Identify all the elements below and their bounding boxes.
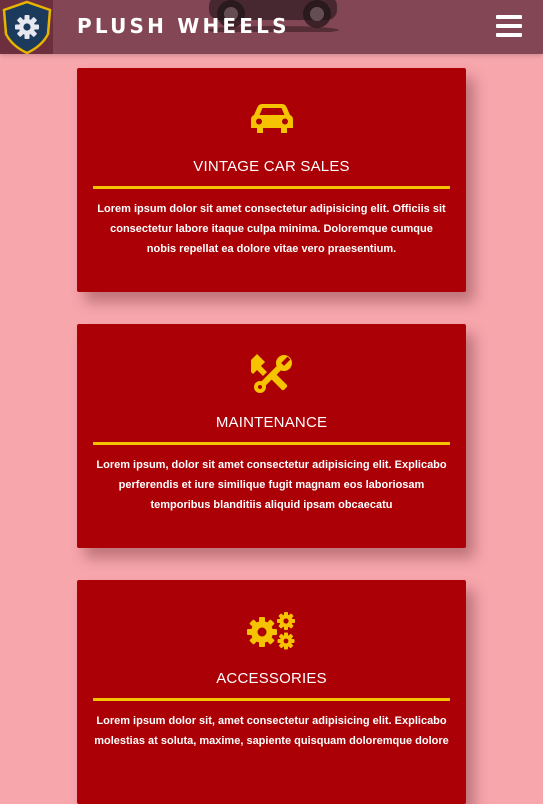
wrench-screwdriver-icon: [77, 354, 466, 400]
gears-icon: [77, 610, 466, 654]
service-description: Lorem ipsum dolor sit, amet consectetur …: [94, 715, 449, 747]
service-title: ACCESSORIES: [216, 670, 327, 687]
site-header: PLUSH WHEELS: [0, 0, 543, 54]
service-title: VINTAGE CAR SALES: [193, 158, 350, 175]
service-card-vintage-car-sales: VINTAGE CAR SALES Lorem ipsum dolor sit …: [77, 68, 466, 292]
service-card-accessories: ACCESSORIES Lorem ipsum dolor sit, amet …: [77, 580, 466, 804]
service-description: Lorem ipsum dolor sit amet consectetur a…: [97, 203, 446, 255]
car-icon: [77, 102, 466, 138]
divider: [93, 442, 450, 445]
hamburger-menu-icon[interactable]: [496, 13, 523, 39]
shield-gear-icon: [2, 0, 52, 54]
brand-name[interactable]: PLUSH WHEELS: [77, 14, 290, 38]
service-title: MAINTENANCE: [215, 414, 328, 431]
service-description: Lorem ipsum, dolor sit amet consectetur …: [96, 459, 447, 511]
logo[interactable]: [0, 0, 53, 54]
divider: [93, 186, 450, 189]
divider: [93, 698, 450, 701]
service-card-maintenance: MAINTENANCE Lorem ipsum, dolor sit amet …: [77, 324, 466, 548]
